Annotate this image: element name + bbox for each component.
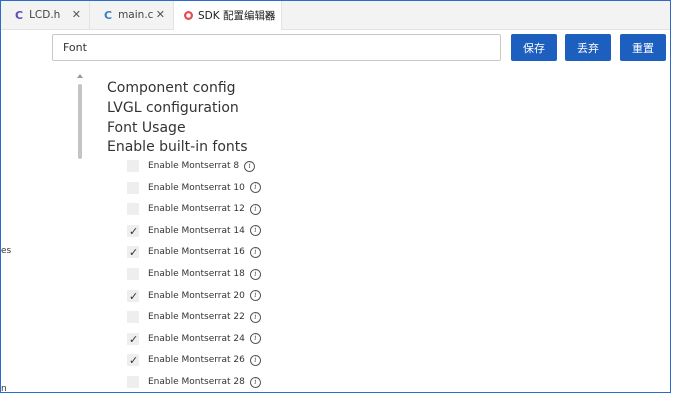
font-option-row: ✓ Enable Montserrat 20 i bbox=[127, 288, 261, 304]
option-checkbox[interactable] bbox=[127, 311, 139, 324]
section-lvgl-configuration[interactable]: LVGL configuration bbox=[107, 99, 239, 117]
editor-tab-bar: C LCD.h ✕ C main.c ✕ SDK 配置编辑器 ✕ bbox=[1, 1, 670, 30]
scrollbar-thumb[interactable] bbox=[78, 84, 82, 159]
option-label: Enable Montserrat 20 bbox=[148, 290, 245, 301]
font-option-row: Enable Montserrat 18 i bbox=[127, 266, 261, 282]
font-option-row: ✓ Enable Montserrat 26 i bbox=[127, 352, 261, 368]
tab-label: LCD.h bbox=[29, 9, 61, 21]
checkmark-icon: ✓ bbox=[129, 332, 139, 346]
search-input[interactable] bbox=[52, 34, 501, 61]
info-icon[interactable]: i bbox=[249, 311, 261, 323]
font-option-row: Enable Montserrat 10 i bbox=[127, 180, 261, 196]
scroll-up-arrow-icon[interactable] bbox=[77, 74, 83, 78]
clipped-sidebar-text: n bbox=[1, 384, 7, 393]
info-icon[interactable]: i bbox=[249, 290, 261, 302]
option-checkbox[interactable] bbox=[127, 181, 139, 194]
info-icon[interactable]: i bbox=[249, 376, 261, 388]
option-checkbox[interactable] bbox=[127, 268, 139, 280]
option-checkbox[interactable]: ✓ bbox=[127, 289, 139, 303]
settings-icon bbox=[184, 11, 193, 20]
section-enable-built-in-fonts[interactable]: Enable built-in fonts bbox=[107, 138, 248, 156]
close-icon[interactable]: ✕ bbox=[264, 8, 273, 22]
c-file-icon: C bbox=[15, 8, 24, 22]
tab-lcd-h[interactable]: C LCD.h ✕ bbox=[1, 1, 90, 29]
clipped-sidebar-text: es bbox=[1, 246, 12, 256]
option-checkbox[interactable]: ✓ bbox=[127, 354, 139, 368]
tab-label: main.c bbox=[118, 9, 154, 21]
sdk-config-window: C LCD.h ✕ C main.c ✕ SDK 配置编辑器 ✕ 保存 丢弃 重… bbox=[0, 0, 671, 393]
section-font-usage[interactable]: Font Usage bbox=[107, 119, 186, 137]
font-option-row: Enable Montserrat 28 i bbox=[127, 374, 261, 390]
checkmark-icon: ✓ bbox=[129, 354, 139, 368]
font-option-row: Enable Montserrat 22 i bbox=[127, 309, 261, 325]
discard-button[interactable]: 丢弃 bbox=[565, 34, 611, 61]
close-icon[interactable]: ✕ bbox=[72, 8, 81, 22]
info-icon[interactable]: i bbox=[249, 246, 261, 258]
option-label: Enable Montserrat 28 bbox=[148, 377, 245, 387]
font-option-row: ✓ Enable Montserrat 14 i bbox=[127, 223, 261, 239]
option-label: Enable Montserrat 26 bbox=[148, 355, 245, 366]
info-icon[interactable]: i bbox=[249, 354, 261, 366]
checkmark-icon: ✓ bbox=[129, 289, 139, 303]
info-icon[interactable]: i bbox=[249, 182, 261, 194]
option-checkbox[interactable] bbox=[127, 160, 139, 172]
option-checkbox[interactable]: ✓ bbox=[127, 224, 139, 238]
option-label: Enable Montserrat 16 bbox=[148, 247, 245, 258]
info-icon[interactable]: i bbox=[249, 203, 261, 215]
option-label: Enable Montserrat 10 bbox=[148, 182, 245, 193]
save-button[interactable]: 保存 bbox=[511, 34, 557, 61]
close-icon[interactable]: ✕ bbox=[156, 8, 165, 22]
tab-main-c[interactable]: C main.c ✕ bbox=[90, 1, 174, 29]
info-icon[interactable]: i bbox=[249, 225, 261, 237]
info-icon[interactable]: i bbox=[249, 333, 261, 345]
option-label: Enable Montserrat 8 bbox=[148, 161, 240, 171]
font-option-row: Enable Montserrat 12 i bbox=[127, 201, 261, 217]
option-label: Enable Montserrat 22 bbox=[148, 312, 245, 323]
checkmark-icon: ✓ bbox=[129, 224, 139, 238]
option-label: Enable Montserrat 14 bbox=[148, 225, 245, 236]
font-option-row: Enable Montserrat 8 i bbox=[127, 158, 256, 174]
info-icon[interactable]: i bbox=[249, 268, 261, 280]
font-option-row: ✓ Enable Montserrat 16 i bbox=[127, 244, 261, 260]
reset-button[interactable]: 重置 bbox=[620, 34, 666, 61]
section-component-config[interactable]: Component config bbox=[107, 79, 236, 97]
option-checkbox[interactable] bbox=[127, 376, 139, 388]
option-checkbox[interactable]: ✓ bbox=[127, 332, 139, 346]
font-option-row: ✓ Enable Montserrat 24 i bbox=[127, 331, 261, 347]
option-checkbox[interactable] bbox=[127, 203, 139, 216]
tab-sdk-config-editor[interactable]: SDK 配置编辑器 ✕ bbox=[174, 1, 282, 30]
c-file-icon: C bbox=[104, 8, 113, 22]
checkmark-icon: ✓ bbox=[129, 246, 139, 260]
option-checkbox[interactable]: ✓ bbox=[127, 246, 139, 260]
option-label: Enable Montserrat 12 bbox=[148, 204, 245, 215]
option-label: Enable Montserrat 18 bbox=[148, 269, 245, 279]
info-icon[interactable]: i bbox=[244, 160, 256, 172]
option-label: Enable Montserrat 24 bbox=[148, 333, 245, 344]
